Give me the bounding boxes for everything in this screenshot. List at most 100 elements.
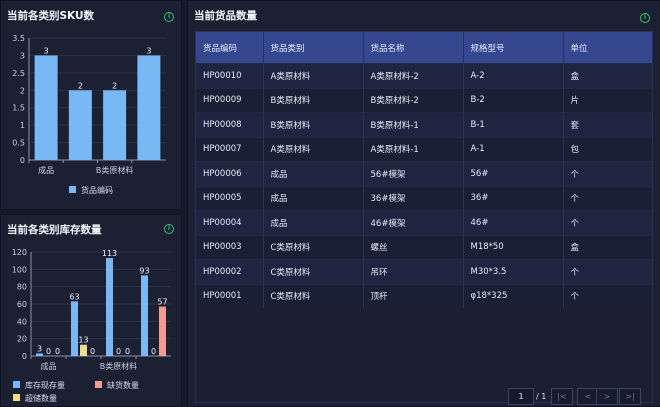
bar — [106, 258, 113, 356]
table-cell: 个 — [563, 259, 653, 284]
table-cell: HP00007 — [196, 136, 264, 162]
bar — [36, 353, 43, 356]
table-cell: B-1 — [463, 112, 564, 137]
y-tick-label: 80 — [17, 283, 27, 292]
data-label: 93 — [139, 266, 149, 275]
y-tick-label: 3.5 — [12, 34, 25, 43]
info-icon[interactable]: i — [640, 13, 650, 23]
table-cell: 成品 — [263, 161, 364, 186]
y-tick-label: 120 — [12, 248, 27, 257]
column-header[interactable]: 货品名称 — [363, 32, 464, 64]
first-page-button[interactable]: |< — [551, 388, 573, 405]
column-header[interactable]: 规格型号 — [463, 32, 564, 64]
data-label: 3 — [44, 46, 49, 55]
table-row[interactable]: HP00009 B类原材料 B类原材料-2 B-2 片 — [196, 87, 653, 113]
column-header[interactable]: 货品类别 — [263, 32, 364, 64]
data-label: 63 — [69, 292, 79, 301]
table-cell: C类原材料 — [263, 259, 364, 284]
y-tick-label: 2 — [20, 86, 25, 95]
legend-swatch — [13, 381, 20, 388]
table-cell: 56# — [463, 161, 564, 186]
table-cell: HP00010 — [196, 63, 264, 88]
data-label: 0 — [151, 347, 156, 356]
data-label: 2 — [78, 81, 83, 90]
bar — [68, 90, 92, 160]
info-icon[interactable]: i — [164, 12, 174, 22]
table-cell: HP00001 — [196, 283, 264, 308]
table-cell: C类原材料 — [263, 283, 364, 308]
info-icon[interactable]: i — [164, 224, 174, 234]
bar — [137, 55, 161, 160]
data-label: 113 — [102, 249, 117, 258]
table-cell: HP00005 — [196, 185, 264, 211]
y-tick-label: 1 — [20, 121, 25, 130]
table-row[interactable]: HP00007 A类原材料 A类原材料-1 A-1 包 — [196, 136, 653, 162]
legend-label: 货品编码 — [81, 185, 113, 195]
data-label: 0 — [46, 347, 51, 356]
sku-panel: 当前各类别SKU数 i 0 0.5 1 1.5 2 2.5 3 3.5 成品 3 2 B类原材料 2 3 货… — [0, 0, 182, 210]
y-tick-label: 1.5 — [12, 104, 25, 113]
goods-panel-title: 当前货品数量 — [194, 10, 257, 22]
table-cell: 套 — [563, 112, 653, 137]
table-cell: HP00009 — [196, 87, 264, 113]
stock-panel-title: 当前各类别库存数量 — [7, 224, 102, 236]
y-tick-label: 100 — [12, 265, 27, 274]
table-cell: 46# — [463, 210, 564, 235]
legend-swatch — [13, 394, 20, 401]
table-row[interactable]: HP00008 B类原材料 B类原材料-1 B-1 套 — [196, 112, 653, 137]
table-cell: 46#模架 — [363, 210, 464, 235]
table-cell: A类原材料 — [263, 63, 364, 88]
pagination: 1 / 1 |< < > >| — [188, 388, 660, 405]
table-row[interactable]: HP00010 A类原材料 A类原材料-2 A-2 盒 — [196, 63, 653, 88]
next-page-button[interactable]: > — [596, 388, 618, 405]
table-cell: 螺丝 — [363, 234, 464, 260]
table-cell: C类原材料 — [263, 234, 364, 260]
table-cell: 盒 — [563, 234, 653, 260]
table-row[interactable]: HP00004 成品 46#模架 46# 个 — [196, 210, 653, 235]
table-cell: B类原材料 — [263, 112, 364, 137]
table-cell: HP00008 — [196, 112, 264, 137]
table-row[interactable]: HP00005 成品 36#模架 36# 个 — [196, 185, 653, 211]
table-row[interactable]: HP00003 C类原材料 螺丝 M18*50 盒 — [196, 234, 653, 260]
table-cell: 成品 — [263, 210, 364, 235]
page-number-input[interactable]: 1 — [508, 388, 534, 405]
data-label: 0 — [116, 347, 121, 356]
goods-table-container: 货品编码 货品类别 货品名称 规格型号 单位 HP00010 A类原材料 A类原材料… — [195, 31, 653, 403]
table-cell: 顶杆 — [363, 283, 464, 308]
x-tick-label: 成品 — [41, 361, 57, 371]
legend-label: 缺货数量 — [107, 380, 139, 390]
x-tick-label: B类原材料 — [96, 165, 134, 175]
table-cell: HP00004 — [196, 210, 264, 235]
bar — [159, 306, 166, 356]
y-tick-label: 0 — [20, 156, 25, 165]
y-tick-label: 2.5 — [12, 69, 25, 78]
table-cell: 个 — [563, 283, 653, 308]
data-label: 0 — [90, 347, 95, 356]
table-cell: 成品 — [263, 185, 364, 211]
y-tick-label: 3 — [20, 51, 25, 60]
table-cell: M18*50 — [463, 234, 564, 260]
table-cell: 吊环 — [363, 259, 464, 284]
table-row[interactable]: HP00002 C类原材料 吊环 M30*3.5 个 — [196, 259, 653, 284]
table-cell: A-1 — [463, 136, 564, 162]
goods-panel: 当前货品数量 i 货品编码 货品类别 货品名称 规格型号 单位 HP00010 A… — [187, 0, 660, 407]
data-label: 3 — [146, 46, 151, 55]
table-row[interactable]: HP00001 C类原材料 顶杆 φ18*325 个 — [196, 283, 653, 308]
table-row[interactable]: HP00006 成品 56#模架 56# 个 — [196, 161, 653, 186]
column-header[interactable]: 单位 — [563, 32, 653, 64]
data-label: 13 — [78, 336, 88, 345]
table-cell: B类原材料-2 — [363, 87, 464, 113]
table-cell: HP00002 — [196, 259, 264, 284]
table-cell: M30*3.5 — [463, 259, 564, 284]
legend-label: 超储数量 — [25, 393, 57, 403]
table-cell: HP00003 — [196, 234, 264, 260]
column-header[interactable]: 货品编码 — [196, 32, 264, 64]
page-total: / 1 — [536, 392, 547, 401]
table-cell: A类原材料-2 — [363, 63, 464, 88]
table-header-row: 货品编码 货品类别 货品名称 规格型号 单位 — [196, 32, 653, 64]
x-tick-label: 成品 — [38, 165, 54, 175]
data-label: 57 — [157, 298, 167, 307]
table-cell: 片 — [563, 87, 653, 113]
last-page-button[interactable]: >| — [619, 388, 641, 405]
bar — [34, 55, 58, 160]
